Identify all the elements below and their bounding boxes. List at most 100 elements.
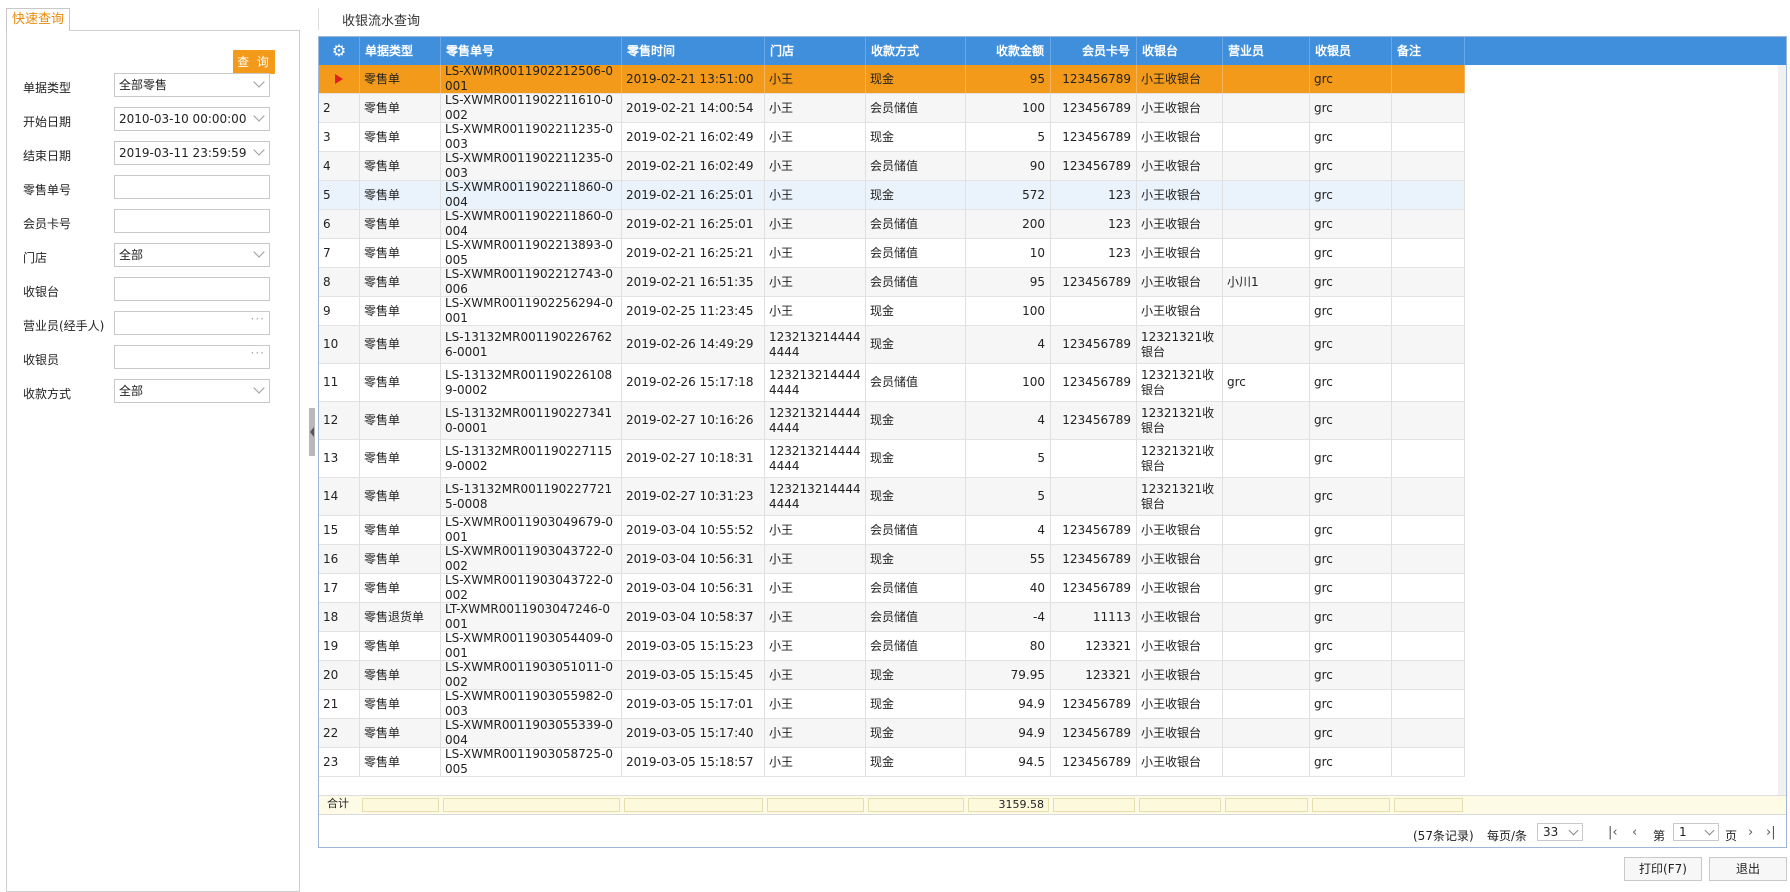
field-input[interactable] <box>114 277 270 301</box>
field-select[interactable]: 全部 <box>114 379 270 403</box>
per-page-select[interactable]: 33 <box>1537 823 1583 841</box>
table-row[interactable]: 7 零售单 LS-XWMR0011902213893-0005 2019-02-21 … <box>319 239 1465 268</box>
exit-button[interactable]: 退出 <box>1709 857 1787 881</box>
column-header[interactable]: 收银台 <box>1137 37 1223 65</box>
field-value: 2010-03-10 00:00:00 <box>119 112 247 126</box>
table-row[interactable]: 14 零售单 LS-13132MR0011902277215-0008 2019-02… <box>319 478 1465 516</box>
column-header[interactable]: 收款方式 <box>866 37 966 65</box>
table-cell: 小王 <box>765 181 866 209</box>
table-cell: 会员储值 <box>866 603 966 631</box>
table-row[interactable]: 2 零售单 LS-XWMR0011902211610-0002 2019-02-21 … <box>319 94 1465 123</box>
table-cell <box>1223 516 1310 544</box>
field-input[interactable]: ··· <box>114 311 270 335</box>
table-row[interactable]: 5 零售单 LS-XWMR0011902211860-0004 2019-02-21 … <box>319 181 1465 210</box>
summary-cell <box>443 798 620 812</box>
table-cell: 2019-03-04 10:55:52 <box>622 516 765 544</box>
more-icon[interactable]: ··· <box>251 308 265 330</box>
column-header[interactable]: 营业员 <box>1223 37 1310 65</box>
table-cell: 79.95 <box>966 661 1051 689</box>
summary-cell <box>868 798 964 812</box>
chevron-down-icon <box>253 144 265 156</box>
query-button[interactable]: 查 询 <box>233 50 275 74</box>
table-cell: 55 <box>966 545 1051 573</box>
table-row[interactable]: 17 零售单 LS-XWMR0011903043722-0002 2019-03-04… <box>319 574 1465 603</box>
chevron-down-icon <box>1704 825 1715 836</box>
table-cell: 123321 <box>1051 632 1137 660</box>
table-row[interactable]: 18 零售退货单 LT-XWMR0011903047246-0001 2019-03-… <box>319 603 1465 632</box>
collapse-arrow-icon[interactable] <box>310 427 314 437</box>
table-row[interactable]: 20 零售单 LS-XWMR0011903051011-0002 2019-03-05… <box>319 661 1465 690</box>
table-cell: -4 <box>966 603 1051 631</box>
table-cell: grc <box>1310 364 1392 401</box>
row-number: 4 <box>319 152 360 180</box>
column-header[interactable]: 会员卡号 <box>1051 37 1137 65</box>
field-row: 收银员 ··· <box>23 345 283 369</box>
field-select[interactable]: 全部 <box>114 243 270 267</box>
row-number: 15 <box>319 516 360 544</box>
table-row[interactable]: 10 零售单 LS-13132MR0011902267626-0001 2019-02… <box>319 326 1465 364</box>
table-cell: 94.9 <box>966 690 1051 718</box>
field-input[interactable] <box>114 209 270 233</box>
table-row[interactable]: 9 零售单 LS-XWMR0011902256294-0001 2019-02-25 … <box>319 297 1465 326</box>
table-row[interactable]: 19 零售单 LS-XWMR0011903054409-0001 2019-03-05… <box>319 632 1465 661</box>
panel-splitter[interactable] <box>309 408 315 456</box>
tab-quick-query[interactable]: 快速查询 <box>6 8 71 31</box>
table-cell: 零售单 <box>360 297 441 325</box>
table-row[interactable]: 23 零售单 LS-XWMR0011903058725-0005 2019-03-05… <box>319 748 1465 777</box>
table-cell: 小王收银台 <box>1137 516 1223 544</box>
table-cell: 会员储值 <box>866 210 966 238</box>
table-cell <box>1223 603 1310 631</box>
page-select[interactable]: 1 <box>1673 823 1719 841</box>
table-cell: 现金 <box>866 440 966 477</box>
table-row[interactable]: 16 零售单 LS-XWMR0011903043722-0002 2019-03-04… <box>319 545 1465 574</box>
table-row[interactable]: 15 零售单 LS-XWMR0011903049679-0001 2019-03-04… <box>319 516 1465 545</box>
table-cell <box>1392 94 1465 122</box>
table-cell: 零售退货单 <box>360 603 441 631</box>
row-number: 12 <box>319 402 360 439</box>
grid-header: ⚙ 单据类型 零售单号 零售时间 门店 收款方式 收款金额 会员卡号 收银台 营业员 收银员 备注 <box>319 37 1786 65</box>
next-page-icon[interactable]: › <box>1748 825 1753 840</box>
column-header[interactable]: 零售时间 <box>622 37 765 65</box>
table-cell: 小王收银台 <box>1137 65 1223 93</box>
first-page-icon[interactable]: |‹ <box>1608 825 1618 840</box>
column-header[interactable]: 备注 <box>1392 37 1465 65</box>
column-header[interactable]: 收银员 <box>1310 37 1392 65</box>
table-row[interactable]: 6 零售单 LS-XWMR0011902211860-0004 2019-02-21 … <box>319 210 1465 239</box>
table-row[interactable]: 11 零售单 LS-13132MR0011902261089-0002 2019-02… <box>319 364 1465 402</box>
field-select[interactable]: 全部零售 <box>114 73 270 97</box>
table-row[interactable]: 零售单 LS-XWMR0011902212506-0001 2019-02-21 1… <box>319 65 1465 94</box>
table-row[interactable]: 4 零售单 LS-XWMR0011902211235-0003 2019-02-21 … <box>319 152 1465 181</box>
table-cell: 2019-02-21 16:25:01 <box>622 210 765 238</box>
table-cell <box>1223 297 1310 325</box>
table-row[interactable]: 3 零售单 LS-XWMR0011902211235-0003 2019-02-21 … <box>319 123 1465 152</box>
table-row[interactable]: 21 零售单 LS-XWMR0011903055982-0003 2019-03-05… <box>319 690 1465 719</box>
field-input[interactable]: ··· <box>114 345 270 369</box>
field-select[interactable]: 2010-03-10 00:00:00 <box>114 107 270 131</box>
table-cell: 90 <box>966 152 1051 180</box>
table-row[interactable]: 22 零售单 LS-XWMR0011903055339-0004 2019-03-05… <box>319 719 1465 748</box>
column-header[interactable]: 单据类型 <box>360 37 441 65</box>
column-header[interactable]: 零售单号 <box>441 37 622 65</box>
table-cell: 零售单 <box>360 210 441 238</box>
table-cell: LT-XWMR0011903047246-0001 <box>441 603 622 631</box>
table-row[interactable]: 8 零售单 LS-XWMR0011902212743-0006 2019-02-21 … <box>319 268 1465 297</box>
vertical-scrollbar[interactable] <box>1778 65 1786 795</box>
table-cell <box>1223 719 1310 747</box>
column-header[interactable]: 门店 <box>765 37 866 65</box>
table-cell: 小王收银台 <box>1137 94 1223 122</box>
print-button[interactable]: 打印(F7) <box>1624 857 1702 881</box>
table-cell: LS-XWMR0011903058725-0005 <box>441 748 622 776</box>
field-select[interactable]: 2019-03-11 23:59:59 <box>114 141 270 165</box>
column-header[interactable]: 收款金额 <box>966 37 1051 65</box>
prev-page-icon[interactable]: ‹ <box>1632 825 1637 840</box>
table-row[interactable]: 13 零售单 LS-13132MR0011902271159-0002 2019-02… <box>319 440 1465 478</box>
field-label: 会员卡号 <box>23 217 72 231</box>
table-cell <box>1223 326 1310 363</box>
table-cell: 小王 <box>765 210 866 238</box>
table-row[interactable]: 12 零售单 LS-13132MR0011902273410-0001 2019-02… <box>319 402 1465 440</box>
gear-icon[interactable]: ⚙ <box>319 37 360 65</box>
table-cell: grc <box>1310 603 1392 631</box>
field-input[interactable] <box>114 175 270 199</box>
last-page-icon[interactable]: ›| <box>1766 825 1776 840</box>
more-icon[interactable]: ··· <box>251 342 265 364</box>
